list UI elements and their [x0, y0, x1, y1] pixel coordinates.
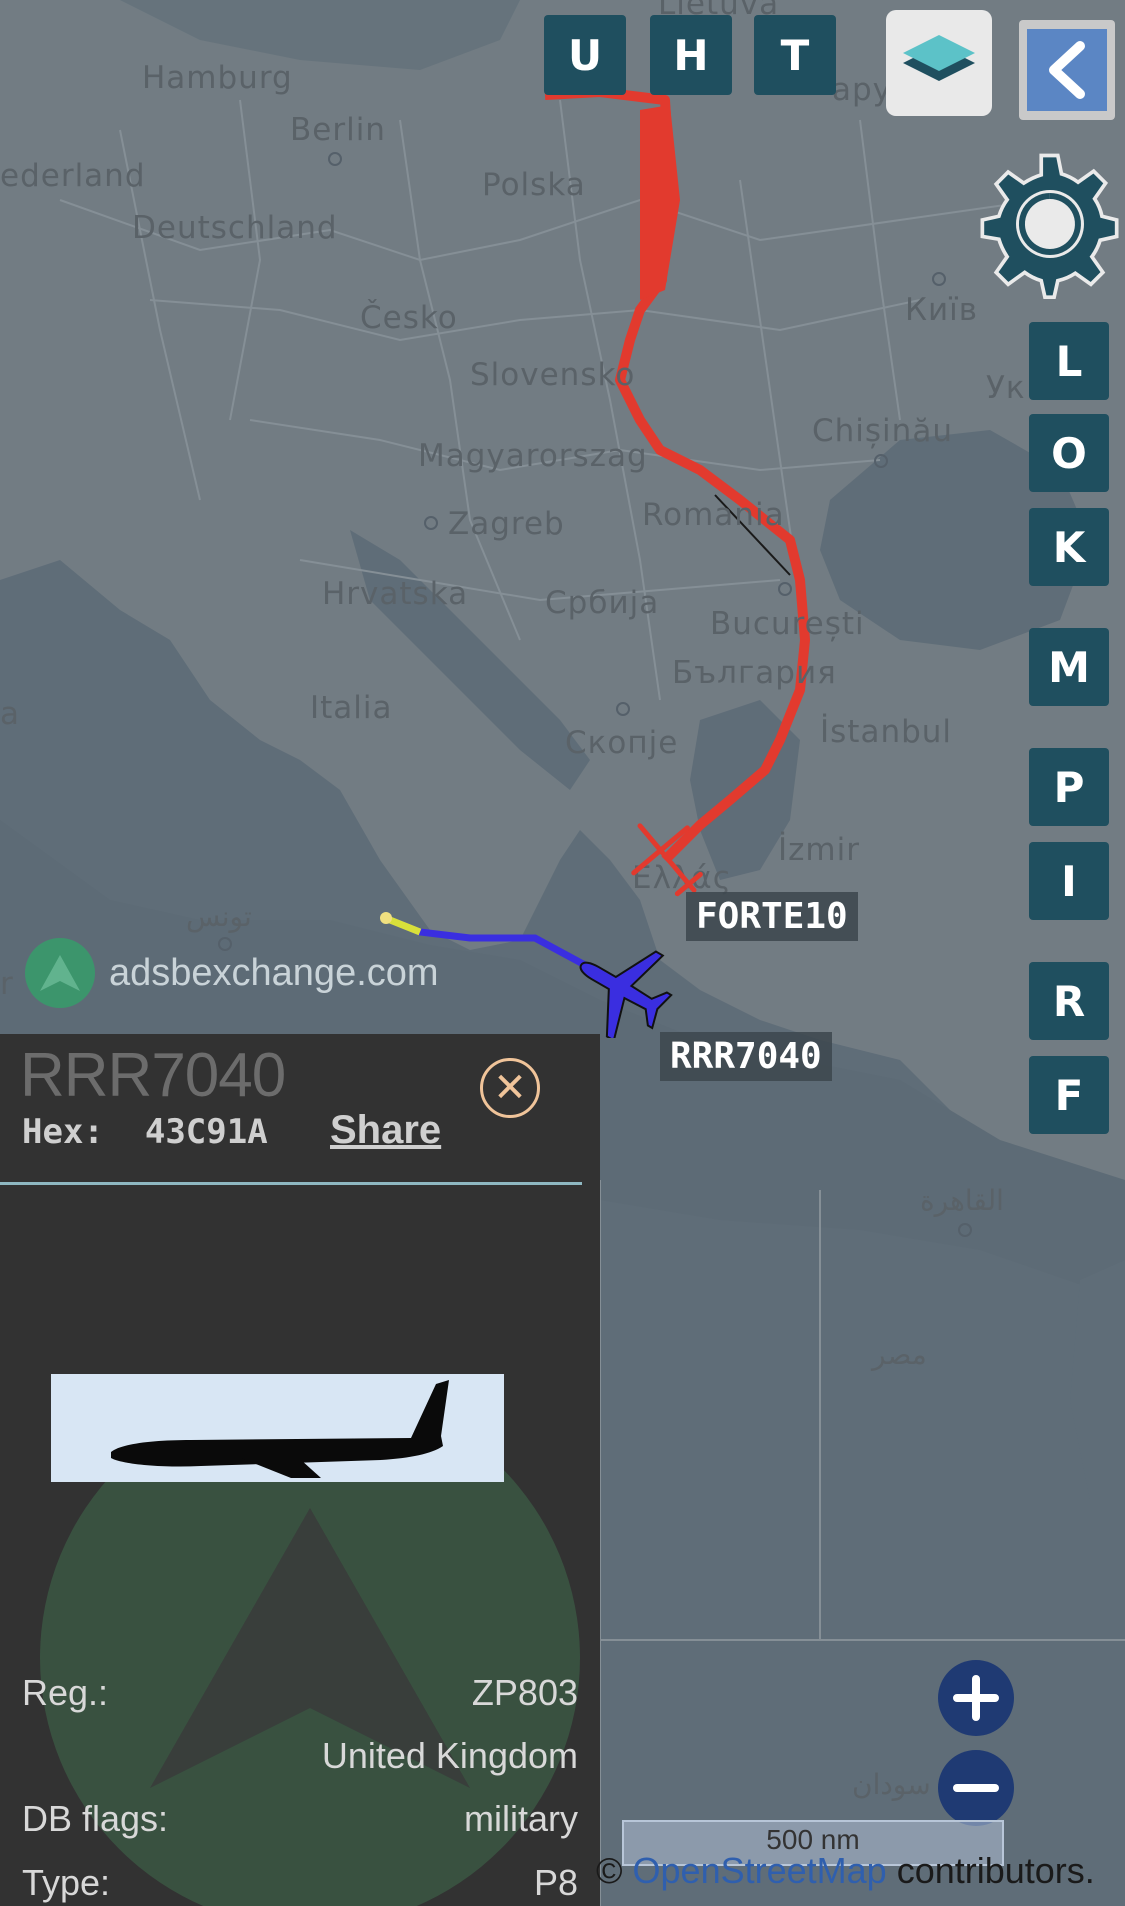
place-label: Ук	[986, 370, 1026, 406]
place-label: Italia	[310, 690, 393, 726]
zoom-out-button[interactable]	[938, 1750, 1014, 1826]
watermark-text: adsbexchange.com	[109, 951, 439, 994]
place-label: İzmir	[778, 832, 860, 868]
toggle-button-u[interactable]: U	[544, 15, 626, 95]
place-label: Hamburg	[142, 60, 293, 96]
city-marker	[874, 454, 888, 468]
place-label: Polska	[482, 167, 586, 203]
place-label: r	[0, 966, 14, 1002]
db-flags-label: DB flags:	[22, 1798, 169, 1839]
attribution-suffix: contributors.	[886, 1850, 1095, 1891]
toggle-button-t[interactable]: T	[754, 15, 836, 95]
place-label: سودان	[852, 1768, 931, 1801]
place-label: Magyarorszag	[418, 438, 648, 474]
close-icon: ✕	[493, 1065, 527, 1111]
place-label: Србија	[545, 585, 660, 621]
adsbexchange-watermark: adsbexchange.com	[25, 938, 439, 1008]
zoom-in-button[interactable]	[938, 1660, 1014, 1736]
layers-icon	[903, 35, 975, 81]
city-marker	[616, 702, 630, 716]
aircraft-rrr7040-icon[interactable]	[566, 938, 676, 1038]
collapse-sidebar-button[interactable]	[1019, 20, 1115, 120]
place-label: București	[710, 606, 865, 642]
close-panel-button[interactable]: ✕	[480, 1058, 540, 1118]
toggle-button-p[interactable]: P	[1029, 748, 1109, 826]
toggle-button-o[interactable]: O	[1029, 414, 1109, 492]
toggle-button-k[interactable]: K	[1029, 508, 1109, 586]
map-attribution: © OpenStreetMap contributors.	[596, 1850, 1095, 1892]
hex-label: Hex:	[22, 1112, 104, 1152]
hex-value: 43C91A	[144, 1112, 268, 1152]
place-label: Romania	[642, 497, 785, 533]
attribution-prefix: ©	[596, 1850, 633, 1891]
place-label: Київ	[905, 292, 979, 328]
city-marker	[958, 1223, 972, 1237]
place-label: Deutschland	[132, 210, 338, 246]
place-label: Slovensko	[470, 357, 636, 393]
adsbexchange-logo-icon	[25, 938, 95, 1008]
plus-icon	[953, 1675, 999, 1721]
place-label: България	[672, 655, 837, 691]
place-label: Hrvatska	[322, 576, 469, 612]
place-label: ederland	[0, 158, 146, 194]
city-marker	[778, 582, 792, 596]
city-marker	[932, 272, 946, 286]
place-label: İstanbul	[820, 714, 953, 750]
place-label: apy	[832, 72, 893, 108]
reg-label: Reg.:	[22, 1672, 109, 1713]
settings-gear-icon[interactable]	[975, 150, 1125, 300]
aircraft-silhouette-image	[51, 1374, 504, 1482]
city-marker	[424, 516, 438, 530]
share-link[interactable]: Share	[330, 1108, 441, 1153]
place-label: Chișinău	[812, 413, 953, 449]
layers-button[interactable]	[886, 10, 992, 116]
toggle-button-l[interactable]: L	[1029, 322, 1109, 400]
aircraft-forte10-icon[interactable]	[628, 812, 706, 904]
place-label: Berlin	[290, 112, 386, 148]
toggle-button-i[interactable]: I	[1029, 842, 1109, 920]
panel-callsign-title: RRR7040	[20, 1041, 286, 1110]
place-label: a	[0, 696, 20, 732]
minus-icon	[953, 1784, 999, 1792]
place-label: Zagreb	[448, 506, 565, 542]
toggle-button-h[interactable]: H	[650, 15, 732, 95]
country-value: United Kingdom	[321, 1735, 578, 1776]
place-label: تونس	[186, 900, 252, 933]
panel-divider	[0, 1182, 582, 1185]
place-label: مصر	[872, 1338, 927, 1371]
toggle-button-m[interactable]: M	[1029, 628, 1109, 706]
place-label: Česko	[360, 300, 458, 336]
toggle-button-r[interactable]: R	[1029, 962, 1109, 1040]
db-flags-value: military	[464, 1798, 578, 1839]
aircraft-label-rrr7040[interactable]: RRR7040	[660, 1032, 832, 1081]
chevron-left-icon	[1049, 41, 1085, 99]
type-value: P8	[533, 1862, 578, 1903]
reg-value: ZP803	[471, 1672, 578, 1713]
hex-line: Hex: 43C91A	[22, 1112, 268, 1152]
aircraft-silhouette-icon	[111, 1380, 449, 1478]
openstreetmap-link[interactable]: OpenStreetMap	[633, 1850, 887, 1891]
place-label: القاهرة	[920, 1184, 1004, 1217]
toggle-button-f[interactable]: F	[1029, 1056, 1109, 1134]
aircraft-label-forte10[interactable]: FORTE10	[686, 892, 858, 941]
city-marker	[328, 152, 342, 166]
place-label: Скопје	[565, 725, 679, 761]
type-label: Type:	[22, 1862, 111, 1903]
